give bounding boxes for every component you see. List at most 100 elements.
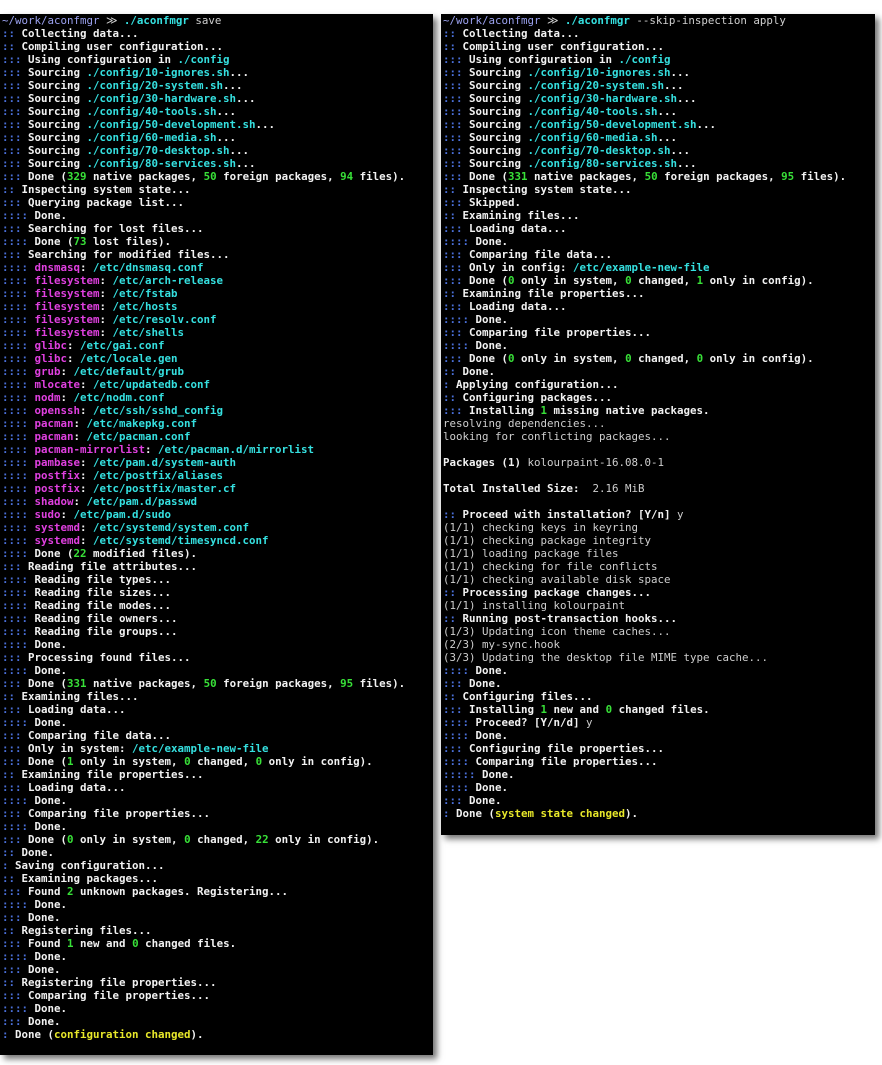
- terminal-text: Done.: [475, 339, 509, 352]
- terminal-text: ~/work/aconfmgr: [443, 14, 541, 27]
- terminal-text: ::::: [2, 716, 35, 729]
- terminal-text: ::::: [2, 417, 35, 430]
- terminal-text: only in config).: [703, 274, 814, 287]
- terminal-text: /etc/default/grub: [73, 365, 185, 378]
- terminal-text: Loading data...: [469, 300, 567, 313]
- terminal-text: Examining files...: [21, 690, 139, 703]
- terminal-text: ::::: [2, 300, 35, 313]
- terminal-text: :::: [2, 911, 29, 924]
- terminal-text: Sourcing: [469, 118, 528, 131]
- terminal-text: :::: [2, 131, 29, 144]
- terminal-text: ...: [670, 66, 691, 79]
- terminal-text: Sourcing: [28, 66, 87, 79]
- terminal-text: :::: [443, 352, 470, 365]
- terminal-text: Done.: [475, 729, 509, 742]
- terminal-text: :: [99, 287, 113, 300]
- terminal-line: ::: Done (0 only in system, 0 changed, 1…: [443, 274, 875, 287]
- terminal-line: :::: Done.: [2, 820, 433, 833]
- terminal-text: ::: [2, 27, 22, 40]
- terminal-text: --skip-inspection apply: [629, 14, 786, 27]
- terminal-text: 329: [67, 170, 87, 183]
- terminal-line: ::::: Done.: [443, 768, 875, 781]
- terminal-text: Collecting data...: [462, 27, 580, 40]
- terminal-text: Installing: [469, 404, 541, 417]
- terminal-line: :: Collecting data...: [2, 27, 433, 40]
- terminal-text: :::: [2, 677, 29, 690]
- terminal-text: :: [99, 326, 113, 339]
- terminal-text: /etc/updatedb.conf: [93, 378, 211, 391]
- terminal-text: new and: [547, 703, 606, 716]
- terminal-text: ::::: [2, 898, 35, 911]
- terminal-text: pacman-mirrorlist: [34, 443, 146, 456]
- terminal-window-save[interactable]: ~/work/aconfmgr ≫ ./aconfmgr save:: Coll…: [0, 14, 433, 1055]
- terminal-text: Examining file properties...: [21, 768, 204, 781]
- terminal-text: :: [80, 534, 94, 547]
- terminal-text: /etc/pam.d/passwd: [86, 495, 198, 508]
- terminal-text: shadow: [34, 495, 74, 508]
- terminal-text: resolving dependencies...: [443, 417, 606, 430]
- terminal-text: Sourcing: [28, 157, 87, 170]
- terminal-text: Done.: [28, 911, 61, 924]
- terminal-text: Searching for modified files...: [28, 248, 230, 261]
- terminal-text: :::: [443, 326, 470, 339]
- terminal-line: :: Examining files...: [2, 690, 433, 703]
- terminal-text: changed files.: [612, 703, 710, 716]
- terminal-text: Done.: [462, 365, 496, 378]
- terminal-text: ::: [2, 924, 22, 937]
- terminal-text: Done.: [482, 768, 515, 781]
- terminal-line: ::: Done.: [443, 677, 875, 690]
- terminal-text: ::::: [443, 664, 476, 677]
- terminal-text: Only in system:: [28, 742, 133, 755]
- terminal-line: :::: openssh: /etc/ssh/sshd_config: [2, 404, 433, 417]
- terminal-text: Done.: [469, 677, 502, 690]
- terminal-line: ::: Processing found files...: [2, 651, 433, 664]
- terminal-text: ::: [443, 365, 463, 378]
- terminal-text: /etc/ssh/sshd_config: [93, 404, 224, 417]
- terminal-text: :::: [2, 651, 29, 664]
- terminal-text: Found: [28, 937, 68, 950]
- terminal-text: 95: [340, 677, 354, 690]
- terminal-text: ::::: [2, 261, 35, 274]
- terminal-text: (1/1) checking available disk space: [443, 573, 671, 586]
- terminal-text: ::::: [2, 638, 35, 651]
- terminal-text: changed,: [190, 833, 256, 846]
- terminal-line: ::: Loading data...: [443, 222, 875, 235]
- terminal-text: kolourpaint-16.08.0-1: [527, 456, 665, 469]
- terminal-text: Sourcing: [28, 92, 87, 105]
- terminal-text: ::: [443, 690, 463, 703]
- terminal-line: (2/3) my-sync.hook: [443, 638, 875, 651]
- terminal-text: :::: [2, 79, 29, 92]
- terminal-text: Sourcing: [469, 131, 528, 144]
- terminal-line: :::: Done.: [443, 729, 875, 742]
- terminal-text: :: [80, 456, 94, 469]
- terminal-line: (1/1) loading package files: [443, 547, 875, 560]
- terminal-text: :::: [2, 742, 29, 755]
- terminal-text: :::: [443, 131, 470, 144]
- terminal-line: :: Proceed with installation? [Y/n] y: [443, 508, 875, 521]
- terminal-text: :::: [443, 222, 470, 235]
- terminal-text: Done.: [34, 794, 68, 807]
- terminal-text: 331: [508, 170, 528, 183]
- terminal-text: Done.: [34, 716, 68, 729]
- terminal-text: ::::: [2, 378, 35, 391]
- terminal-text: new and: [73, 937, 133, 950]
- terminal-window-apply[interactable]: ~/work/aconfmgr ≫ ./aconfmgr --skip-insp…: [441, 14, 875, 835]
- terminal-line: ::: Only in config: /etc/example-new-fil…: [443, 261, 875, 274]
- terminal-text: /etc/fstab: [112, 287, 178, 300]
- terminal-text: Done (: [28, 755, 68, 768]
- terminal-text: :: [99, 313, 113, 326]
- terminal-text: 50: [644, 170, 658, 183]
- terminal-text: Proceed? [Y/n/d]: [475, 716, 587, 729]
- terminal-text: ./config/20-system.sh: [86, 79, 224, 92]
- terminal-text: Done (: [456, 807, 496, 820]
- terminal-text: /etc/postfix/master.cf: [93, 482, 237, 495]
- terminal-text: only in config).: [703, 352, 814, 365]
- terminal-text: lost files).: [86, 235, 172, 248]
- terminal-text: Done.: [34, 898, 68, 911]
- terminal-line: :: Inspecting system state...: [443, 183, 875, 196]
- terminal-text: Using configuration in: [28, 53, 178, 66]
- terminal-text: Loading data...: [28, 781, 126, 794]
- terminal-text: native packages,: [86, 170, 204, 183]
- terminal-line: (3/3) Updating the desktop file MIME typ…: [443, 651, 875, 664]
- terminal-text: filesystem: [34, 326, 100, 339]
